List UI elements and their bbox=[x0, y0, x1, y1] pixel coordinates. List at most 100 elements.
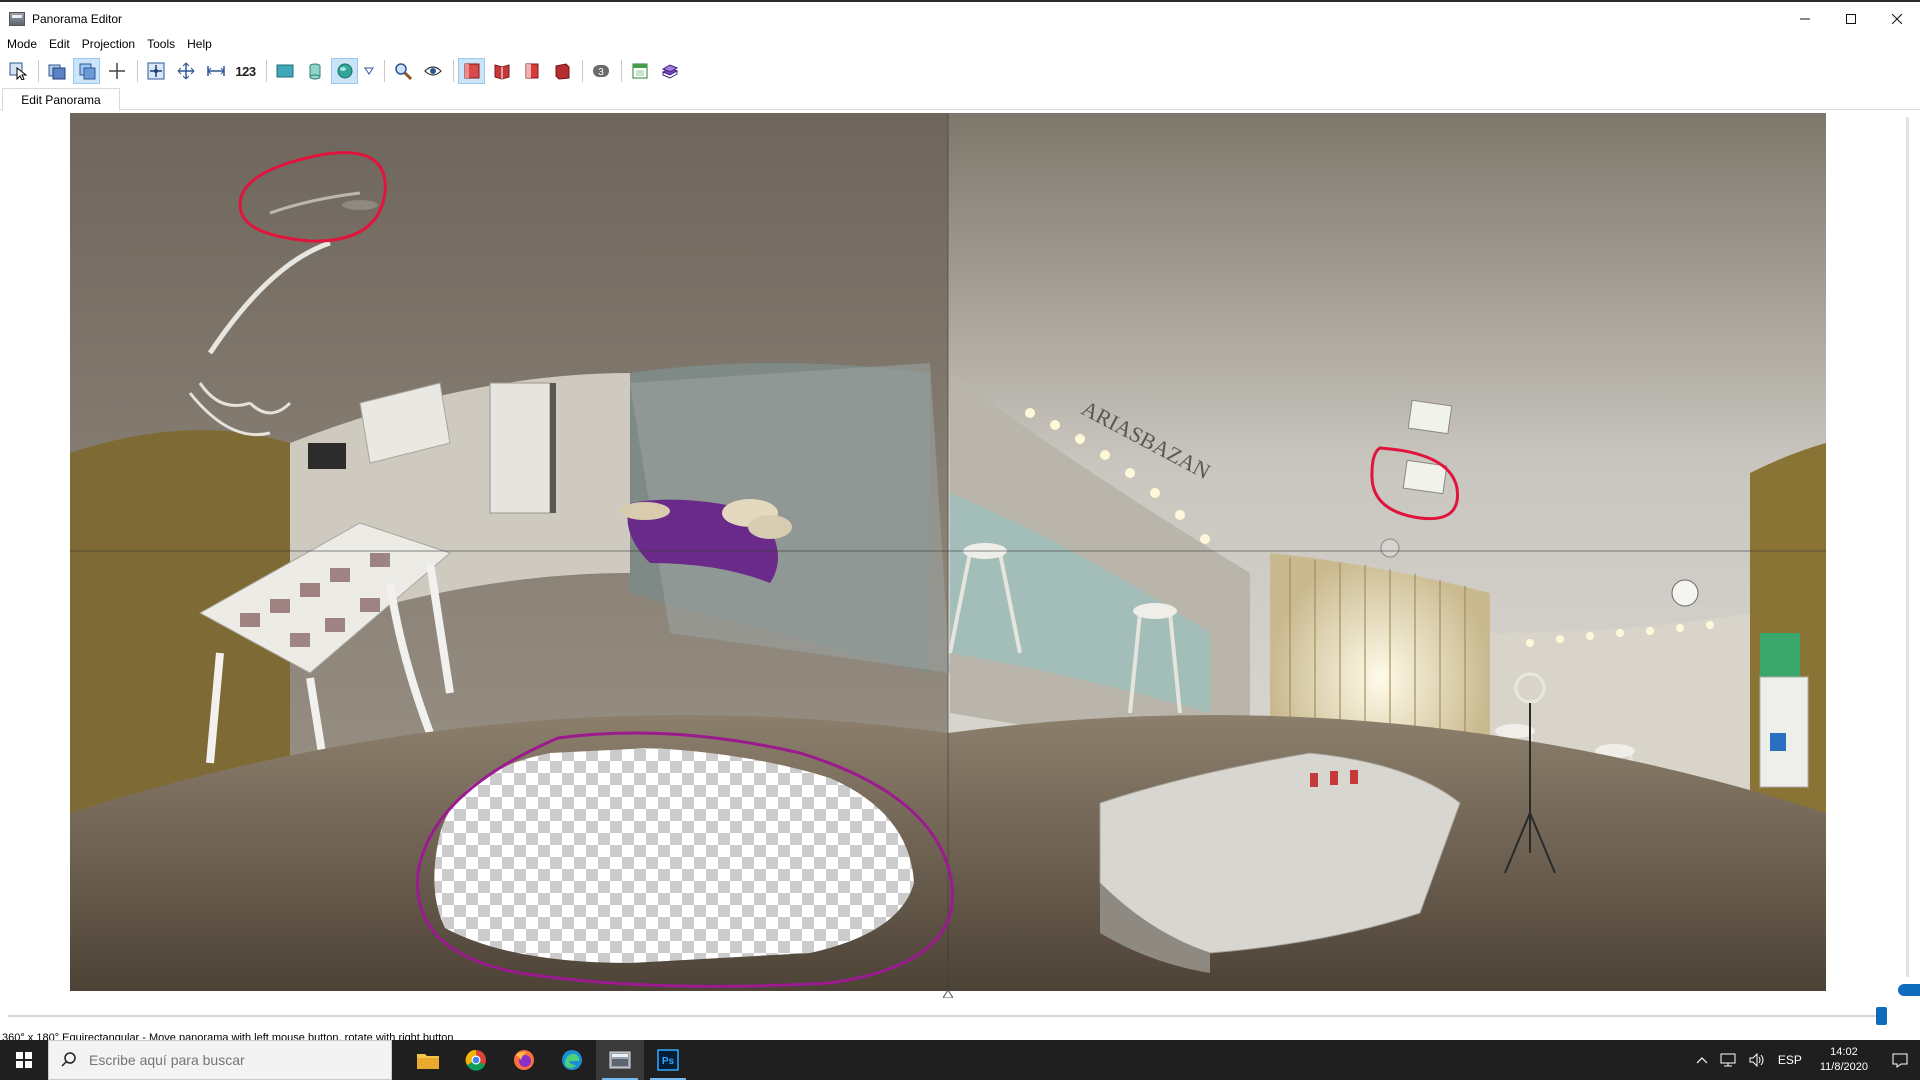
number-badge-icon: 3 bbox=[592, 65, 609, 78]
flat-plane-icon bbox=[276, 64, 293, 78]
stitch-left-button[interactable] bbox=[488, 58, 515, 84]
tray-expand-button[interactable] bbox=[1690, 1056, 1714, 1064]
crosshair-icon bbox=[108, 63, 125, 79]
firefox-icon bbox=[514, 1050, 534, 1070]
panorama-canvas[interactable]: ARIASBAZAN bbox=[70, 113, 1826, 991]
red-book-icon bbox=[494, 64, 509, 80]
title-bar[interactable]: Panorama Editor bbox=[0, 4, 1920, 34]
app-icon bbox=[9, 12, 25, 26]
panorama-app-icon bbox=[609, 1051, 631, 1069]
menu-mode[interactable]: Mode bbox=[3, 37, 45, 51]
move-arrows-icon bbox=[177, 62, 194, 80]
start-button[interactable] bbox=[0, 1040, 48, 1080]
maximize-icon bbox=[1846, 14, 1856, 24]
stitch-back-button[interactable] bbox=[548, 58, 575, 84]
menu-bar: Mode Edit Projection Tools Help bbox=[0, 34, 220, 54]
action-center-button[interactable] bbox=[1880, 1040, 1920, 1080]
taskbar-firefox[interactable] bbox=[500, 1040, 548, 1080]
numeric-transform-button[interactable]: 123 bbox=[232, 58, 259, 84]
toolbar-separator bbox=[137, 60, 138, 82]
app-window: Panorama Editor Mode Edit Projection Too… bbox=[0, 0, 1920, 1042]
stack-book-icon bbox=[661, 64, 678, 79]
photoshop-icon: Ps bbox=[657, 1049, 679, 1071]
tray-network[interactable] bbox=[1714, 1053, 1742, 1067]
search-icon bbox=[61, 1052, 76, 1067]
taskbar-photoshop[interactable]: Ps bbox=[644, 1040, 692, 1080]
close-button[interactable] bbox=[1874, 4, 1920, 34]
toolbar-separator bbox=[453, 60, 454, 82]
panorama-image[interactable]: ARIASBAZAN bbox=[70, 113, 1826, 991]
horizontal-slider-track[interactable] bbox=[8, 1015, 1884, 1017]
sphere-icon bbox=[337, 63, 352, 79]
rectilinear-projection-button[interactable] bbox=[271, 58, 298, 84]
menu-edit[interactable]: Edit bbox=[45, 37, 78, 51]
fit-button[interactable] bbox=[172, 58, 199, 84]
search-input[interactable] bbox=[89, 1052, 369, 1068]
chevron-up-icon bbox=[1696, 1057, 1708, 1064]
center-triangle-marker[interactable] bbox=[943, 990, 953, 998]
images-button[interactable] bbox=[43, 58, 70, 84]
toolbar-separator bbox=[582, 60, 583, 82]
system-tray: ESP 14:02 11/8/2020 bbox=[1690, 1040, 1920, 1080]
toolbar-separator bbox=[384, 60, 385, 82]
taskbar-chrome[interactable] bbox=[452, 1040, 500, 1080]
window-title: Panorama Editor bbox=[32, 12, 123, 26]
windows-logo-icon bbox=[16, 1052, 32, 1068]
badge-button[interactable]: 3 bbox=[587, 58, 614, 84]
eye-icon bbox=[423, 66, 442, 76]
clock-time: 14:02 bbox=[1830, 1046, 1858, 1058]
minimize-button[interactable] bbox=[1782, 4, 1828, 34]
taskbar-panorama-editor[interactable] bbox=[596, 1040, 644, 1080]
toolbar-separator bbox=[266, 60, 267, 82]
svg-text:Ps: Ps bbox=[662, 1056, 675, 1067]
maximize-button[interactable] bbox=[1828, 4, 1874, 34]
toolbar-separator bbox=[621, 60, 622, 82]
tray-clock[interactable]: 14:02 11/8/2020 bbox=[1808, 1045, 1880, 1075]
magnifier-icon bbox=[394, 63, 412, 80]
tab-strip: Edit Panorama bbox=[0, 88, 1920, 111]
folder-icon bbox=[417, 1054, 439, 1069]
cursor-select-icon bbox=[9, 62, 27, 80]
vertical-slider-handle[interactable] bbox=[1898, 984, 1920, 996]
projection-dropdown-button[interactable] bbox=[361, 58, 377, 84]
taskbar-search[interactable] bbox=[48, 1040, 392, 1080]
tray-language[interactable]: ESP bbox=[1772, 1053, 1808, 1067]
vertical-scrollbar[interactable] bbox=[1906, 117, 1909, 977]
center-button[interactable] bbox=[142, 58, 169, 84]
minimize-icon bbox=[1800, 18, 1810, 20]
edge-icon bbox=[562, 1050, 582, 1070]
batch-button[interactable] bbox=[656, 58, 683, 84]
cylinder-icon bbox=[309, 63, 320, 80]
menu-help[interactable]: Help bbox=[183, 37, 220, 51]
tab-label: Edit Panorama bbox=[21, 93, 101, 107]
tray-volume[interactable] bbox=[1742, 1053, 1772, 1067]
notification-icon bbox=[1892, 1053, 1908, 1068]
stitch-front-button[interactable] bbox=[458, 58, 485, 84]
zoom-button[interactable] bbox=[389, 58, 416, 84]
stacked-images-icon bbox=[48, 64, 65, 80]
mask-layers-icon bbox=[79, 63, 95, 80]
menu-tools[interactable]: Tools bbox=[143, 37, 183, 51]
select-tool-button[interactable] bbox=[4, 58, 31, 84]
chevron-down-icon bbox=[364, 67, 374, 75]
horizontal-slider-thumb[interactable] bbox=[1876, 1007, 1887, 1025]
taskbar-edge[interactable] bbox=[548, 1040, 596, 1080]
tab-edit-panorama[interactable]: Edit Panorama bbox=[2, 88, 120, 111]
taskbar-file-explorer[interactable] bbox=[404, 1040, 452, 1080]
cylindrical-projection-button[interactable] bbox=[301, 58, 328, 84]
close-icon bbox=[1892, 14, 1902, 24]
numeric-label: 123 bbox=[235, 63, 256, 79]
assistant-button[interactable] bbox=[626, 58, 653, 84]
stitch-right-button[interactable] bbox=[518, 58, 545, 84]
toolbar: 123 3 bbox=[0, 56, 686, 86]
red-cube-icon bbox=[555, 63, 569, 80]
red-page-icon bbox=[525, 63, 538, 79]
preview-button[interactable] bbox=[419, 58, 446, 84]
speaker-icon bbox=[1749, 1053, 1764, 1067]
spherical-projection-button[interactable] bbox=[331, 58, 358, 84]
mask-button[interactable] bbox=[73, 58, 100, 84]
control-points-button[interactable] bbox=[103, 58, 130, 84]
center-target-icon bbox=[147, 62, 164, 80]
straighten-button[interactable] bbox=[202, 58, 229, 84]
menu-projection[interactable]: Projection bbox=[78, 37, 143, 51]
